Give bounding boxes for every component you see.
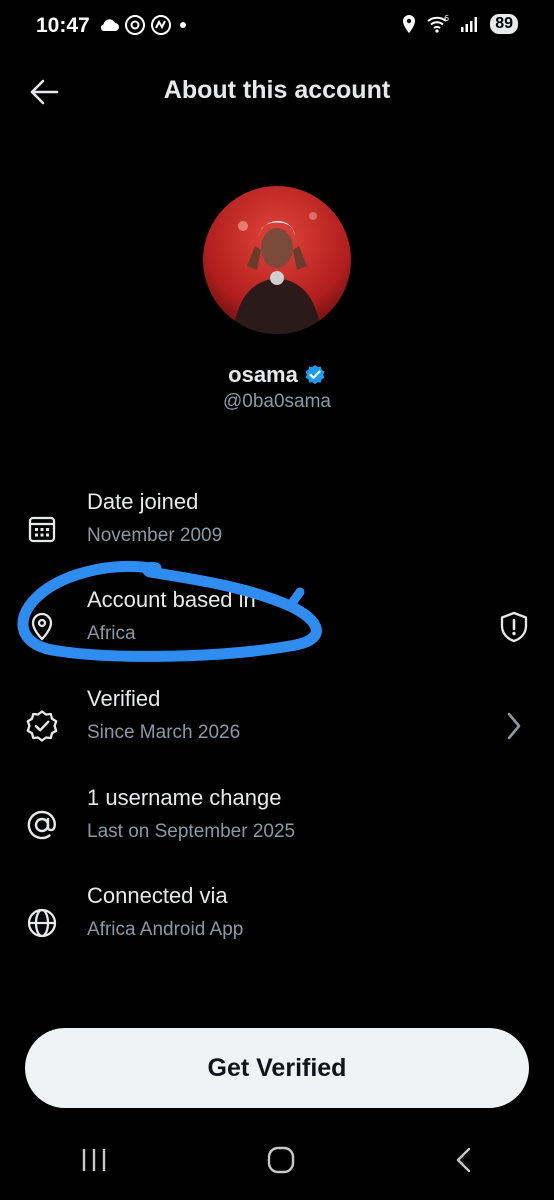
back-nav-icon [457, 1147, 471, 1172]
row-sublabel: Africa [87, 623, 136, 644]
threads-icon [125, 15, 145, 35]
row-label: Account based in [87, 587, 256, 612]
profile-handle: @0ba0sama [222, 391, 332, 412]
back-nav-button[interactable] [453, 1145, 475, 1180]
location-icon [24, 609, 60, 645]
row-label: Verified [87, 686, 161, 711]
chevron-right-icon[interactable] [496, 708, 532, 744]
avatar[interactable] [203, 186, 351, 334]
signal-icon [461, 17, 478, 32]
wifi-label: 6 [444, 14, 449, 23]
page-title: About this account [163, 76, 391, 104]
info-row-date-joined: Date joined November 2009 [0, 489, 554, 569]
row-label: 1 username change [87, 785, 282, 810]
dot-icon [180, 22, 186, 28]
verified-badge-icon [305, 365, 325, 385]
row-sublabel: Africa Android App [87, 919, 244, 940]
app-notification-icon [151, 15, 171, 35]
get-verified-button[interactable]: Get Verified [25, 1028, 529, 1108]
avatar-image [203, 186, 351, 334]
wifi-icon: 6 [427, 14, 449, 33]
recent-apps-button[interactable] [79, 1146, 109, 1179]
status-right-icons: 6 89 [402, 14, 518, 34]
row-label: Date joined [87, 489, 199, 514]
location-status-icon [403, 15, 416, 33]
profile-name: osama [228, 362, 298, 387]
status-time: 10:47 [36, 14, 90, 37]
info-row-username-change: 1 username change Last on September 2025 [0, 785, 554, 865]
status-left-icons [98, 14, 190, 36]
battery-level: 89 [490, 14, 518, 34]
home-button[interactable] [266, 1145, 296, 1180]
info-row-connected-via: Connected via Africa Android App [0, 883, 554, 963]
info-row-verified[interactable]: Verified Since March 2026 [0, 686, 554, 766]
at-icon [24, 807, 60, 843]
profile-name-row: osama [0, 362, 554, 388]
row-sublabel: November 2009 [87, 525, 223, 546]
row-label: Connected via [87, 883, 228, 908]
info-row-account-based-in: Account based in Africa [0, 587, 554, 667]
row-sublabel: Last on September 2025 [87, 821, 296, 842]
cloud-icon [100, 19, 119, 31]
verified-badge-icon [24, 708, 60, 744]
recent-apps-icon [82, 1148, 105, 1171]
calendar-icon [24, 511, 60, 547]
row-sublabel: Since March 2026 [87, 722, 241, 743]
globe-icon [24, 905, 60, 941]
shield-alert-icon[interactable] [496, 609, 532, 645]
system-nav-bar [0, 1140, 554, 1184]
home-icon [267, 1146, 295, 1173]
